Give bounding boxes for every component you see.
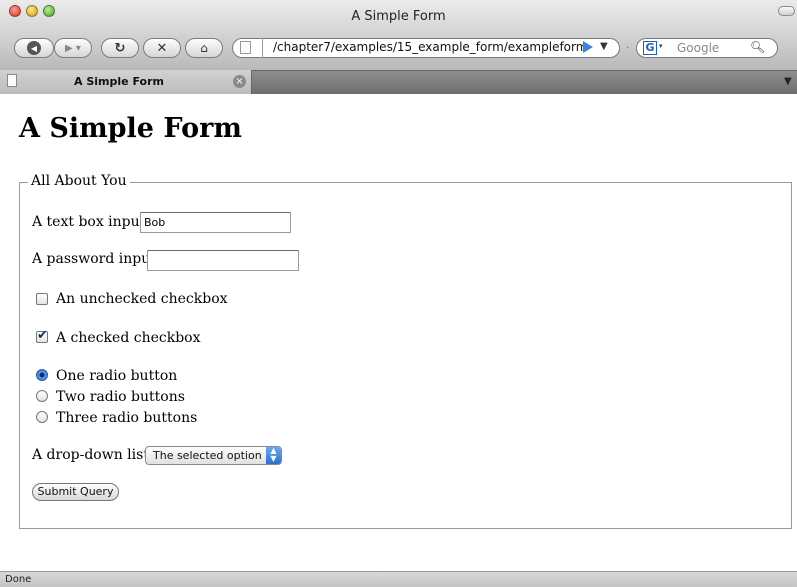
forward-arrow-icon: ▶ ▾ xyxy=(65,42,81,54)
status-bar xyxy=(0,571,797,587)
reload-icon: ↻ xyxy=(114,40,126,56)
dropdown-label: A drop-down list: xyxy=(32,447,154,463)
home-button[interactable]: ⌂ xyxy=(185,38,223,58)
window-title: A Simple Form xyxy=(351,9,446,24)
radio-one-label: One radio button xyxy=(56,368,178,384)
radio-three-label: Three radio buttons xyxy=(56,410,198,426)
checkmark-icon: ✔ xyxy=(37,328,48,343)
reload-button[interactable]: ↻ xyxy=(101,38,139,58)
fieldset xyxy=(19,182,792,529)
tab-overflow-icon[interactable]: ▼ xyxy=(784,76,792,87)
back-button[interactable]: ◀ xyxy=(14,38,54,58)
dropdown-selected-text[interactable]: The selected option xyxy=(153,449,262,462)
dropdown-arrows-icon[interactable]: ▲ ▼ xyxy=(266,447,281,464)
radio-one[interactable] xyxy=(36,369,48,381)
forward-button[interactable]: ▶ ▾ xyxy=(54,38,92,58)
checked-checkbox-label: A checked checkbox xyxy=(56,330,201,346)
radio-two-label: Two radio buttons xyxy=(56,389,185,405)
page-icon xyxy=(240,41,251,54)
toolbar-toggle-button[interactable] xyxy=(778,6,795,16)
search-placeholder[interactable]: Google xyxy=(677,41,719,55)
page-heading: A Simple Form xyxy=(19,113,242,144)
stop-button[interactable]: ✕ xyxy=(143,38,181,58)
engine-dropdown-icon[interactable]: ▾ xyxy=(659,42,663,50)
go-arrow-icon[interactable] xyxy=(583,41,593,53)
fieldset-legend: All About You xyxy=(28,173,130,189)
radio-three[interactable] xyxy=(36,411,48,423)
back-arrow-icon: ◀ xyxy=(27,41,41,55)
google-engine-icon[interactable]: G xyxy=(643,41,657,55)
status-text: Done xyxy=(5,574,32,585)
radio-two[interactable] xyxy=(36,390,48,402)
separator-dot: · xyxy=(626,43,630,54)
text-input-label: A text box input: xyxy=(32,214,150,230)
url-history-dropdown[interactable]: ▼ xyxy=(600,41,608,52)
tab-close-icon[interactable]: × xyxy=(233,75,246,88)
checked-checkbox[interactable]: ✔ xyxy=(36,328,48,343)
password-input-label: A password input: xyxy=(32,251,161,267)
submit-button[interactable]: Submit Query xyxy=(32,483,119,501)
url-divider xyxy=(262,38,263,58)
home-icon: ⌂ xyxy=(200,41,208,55)
tab-title[interactable]: A Simple Form xyxy=(0,75,238,88)
unchecked-checkbox[interactable] xyxy=(36,293,48,305)
password-input[interactable] xyxy=(147,250,299,271)
search-icon[interactable]: 🔍︎ xyxy=(750,40,765,54)
stop-icon: ✕ xyxy=(156,40,168,56)
text-input[interactable] xyxy=(140,212,291,233)
unchecked-checkbox-label: An unchecked checkbox xyxy=(56,291,228,307)
url-text[interactable]: /chapter7/examples/15_example_form/examp… xyxy=(273,40,587,54)
